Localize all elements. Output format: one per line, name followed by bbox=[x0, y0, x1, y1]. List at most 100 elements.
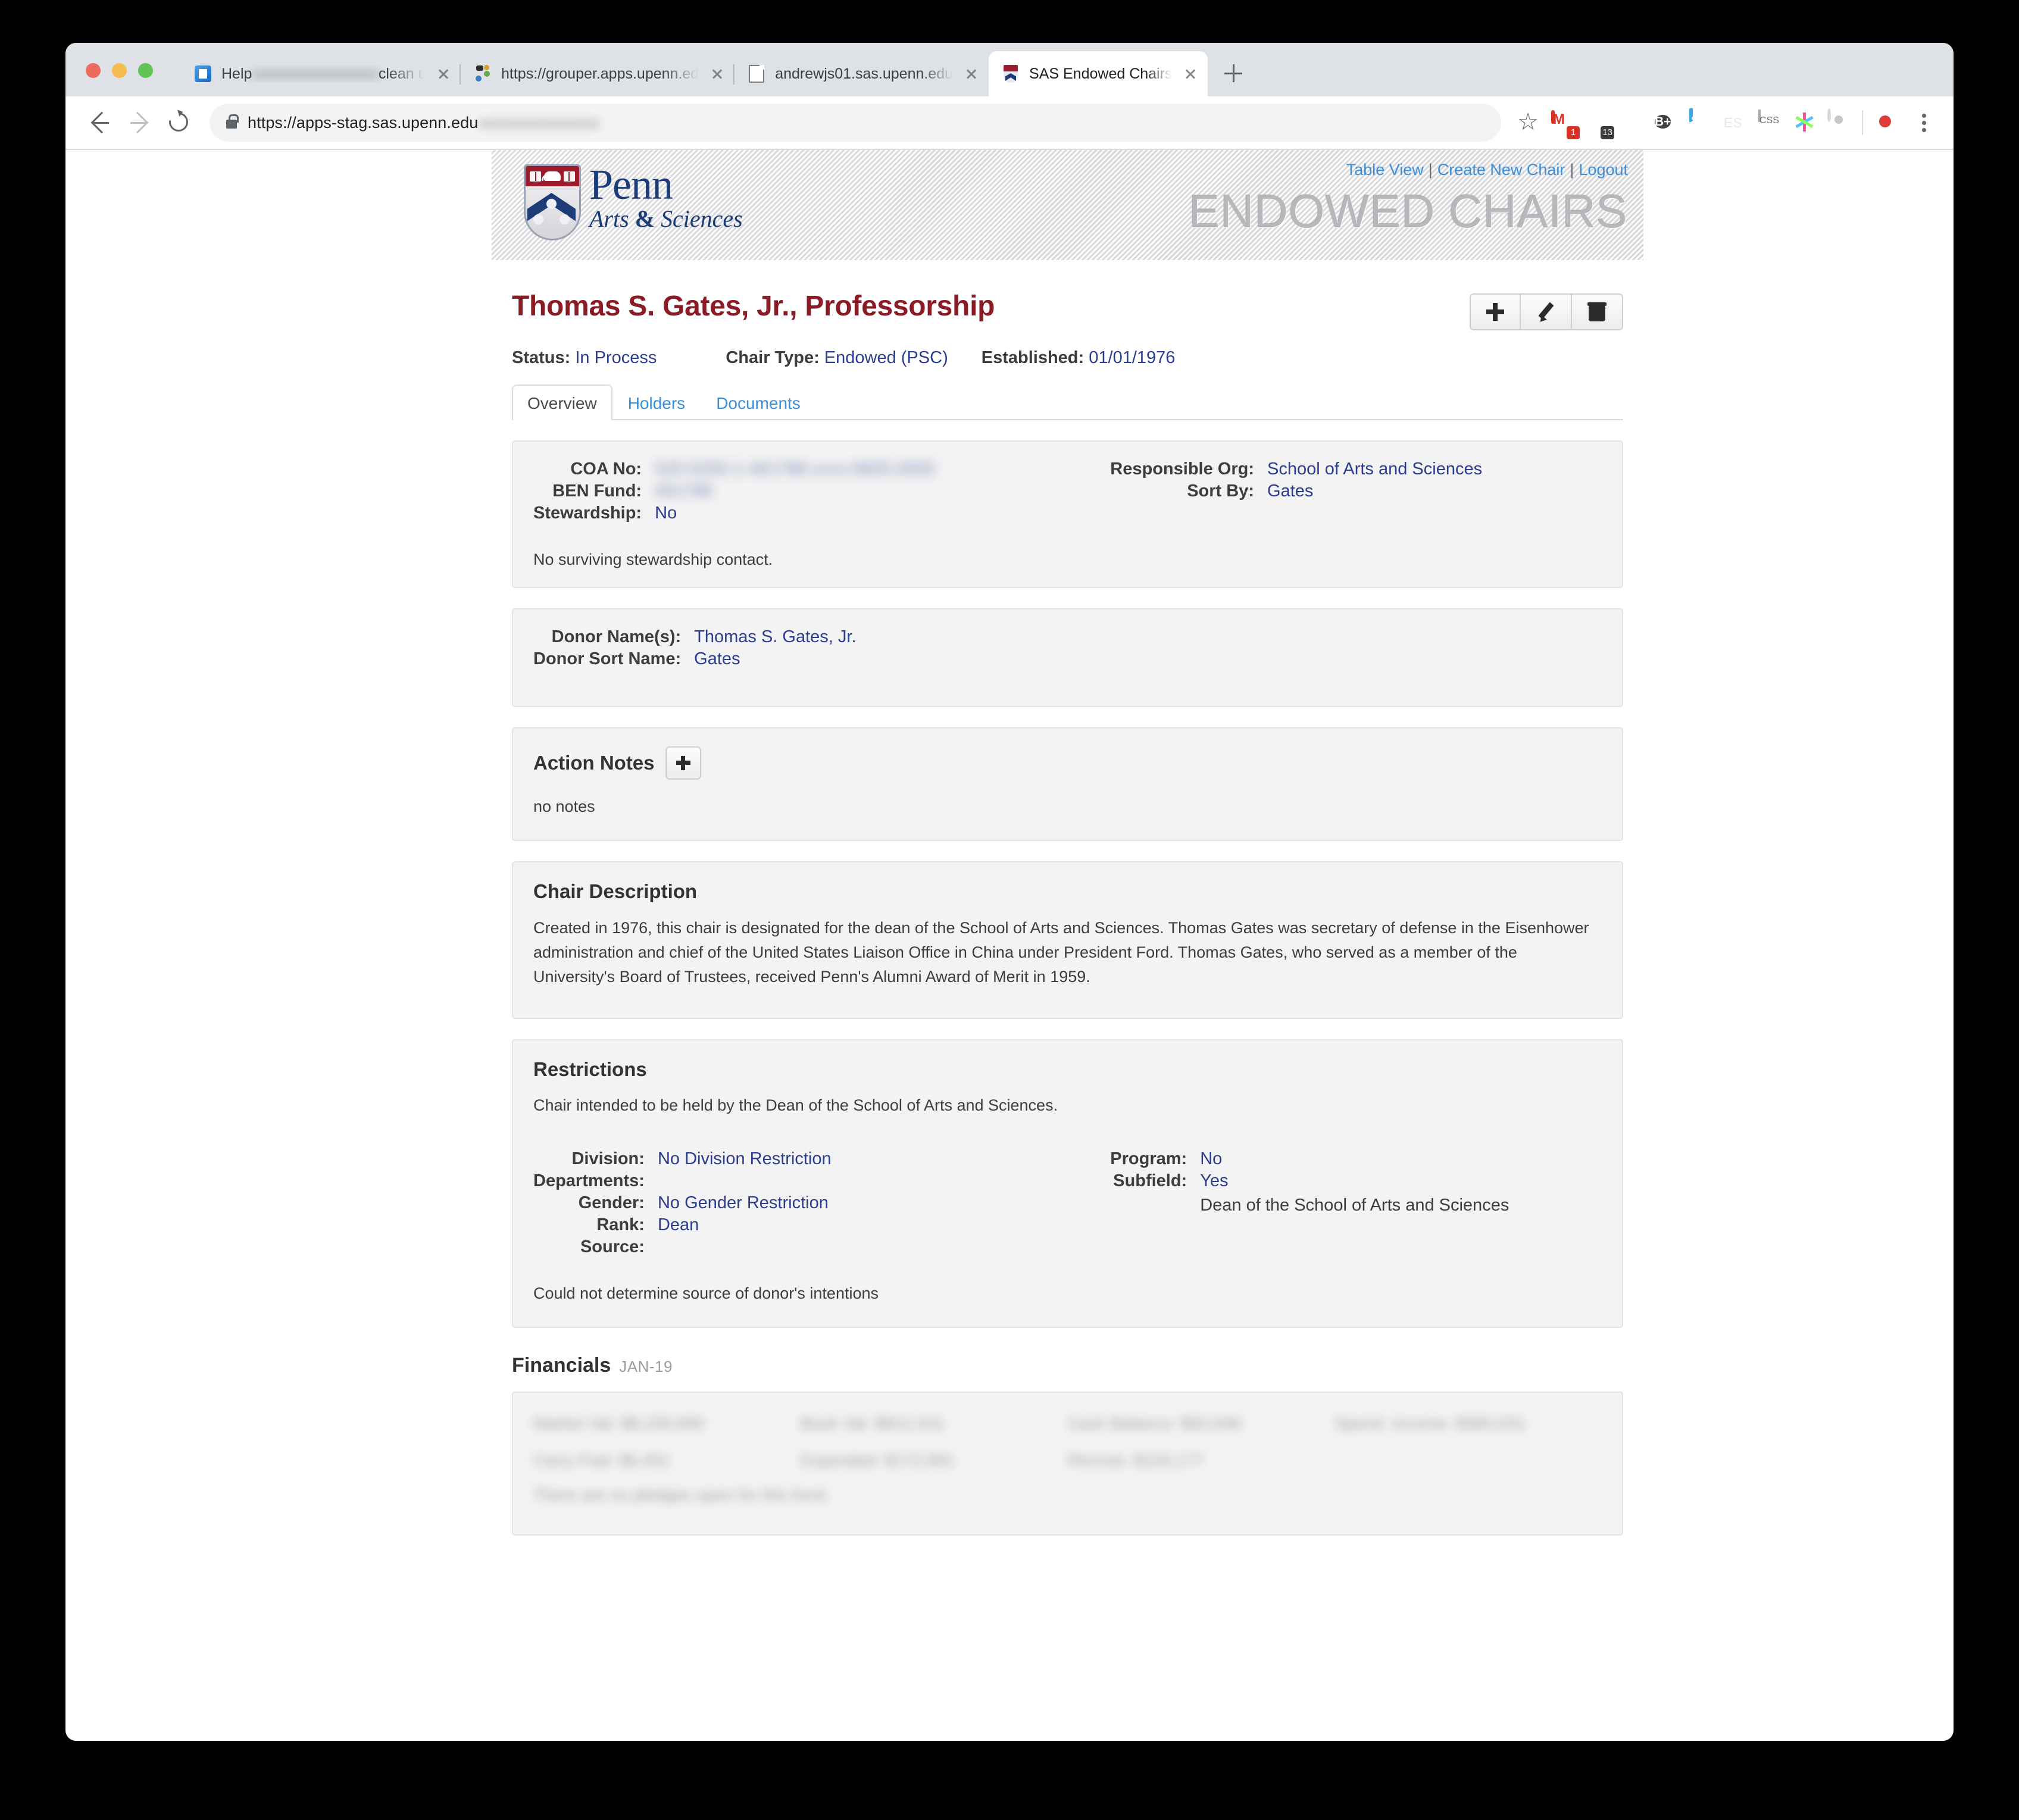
penn-arts-sciences-logo: Penn Arts & Sciences bbox=[524, 161, 743, 240]
restrictions-right-column: Program: No Subfield: Yes Dean of the Sc… bbox=[1110, 1149, 1602, 1257]
program-value: No bbox=[1200, 1149, 1223, 1169]
page-viewport: Penn Arts & Sciences Table View | Create N… bbox=[65, 150, 1954, 1741]
page-content: Thomas S. Gates, Jr., Professorship Stat… bbox=[492, 260, 1643, 1536]
browser-menu-icon[interactable] bbox=[1912, 108, 1936, 137]
action-notes-panel: Action Notes no notes bbox=[512, 727, 1623, 841]
chair-description-body: Created in 1976, this chair is designate… bbox=[533, 919, 1589, 986]
page-title: Thomas S. Gates, Jr., Professorship bbox=[512, 290, 995, 322]
donor-sort-name-value: Gates bbox=[694, 649, 740, 668]
window-controls[interactable] bbox=[86, 63, 153, 78]
extensions-area: 1 13 B+ bbox=[1551, 108, 1936, 139]
financial-cell: Market Val: $8,230,000 bbox=[533, 1414, 705, 1433]
established-label: Established: bbox=[981, 348, 1084, 367]
close-window-button[interactable] bbox=[86, 63, 101, 78]
close-icon[interactable] bbox=[961, 64, 982, 84]
mail-extension-icon[interactable]: 13 bbox=[1586, 108, 1614, 139]
close-icon[interactable] bbox=[1180, 64, 1201, 84]
star-extension-icon[interactable] bbox=[1793, 108, 1819, 137]
pencil-icon bbox=[1536, 302, 1555, 321]
forward-button[interactable] bbox=[121, 105, 157, 140]
badge-count: 13 bbox=[1601, 126, 1614, 139]
ben-fund-value: 461788 bbox=[655, 481, 712, 501]
bookmark-star-icon[interactable]: ☆ bbox=[1514, 109, 1542, 136]
responsible-org-value: School of Arts and Sciences bbox=[1267, 459, 1483, 479]
gmail-extension-icon[interactable]: 1 bbox=[1551, 108, 1580, 139]
financial-cell: Rtrcrsts: $103,177 bbox=[1067, 1451, 1204, 1470]
established-value: 01/01/1976 bbox=[1089, 348, 1176, 367]
table-view-link[interactable]: Table View bbox=[1346, 161, 1424, 179]
tab-documents[interactable]: Documents bbox=[701, 384, 816, 420]
add-button[interactable] bbox=[1470, 293, 1521, 330]
rank-value: Dean bbox=[657, 1215, 699, 1235]
stewardship-label: Stewardship: bbox=[533, 504, 642, 523]
maximize-window-button[interactable] bbox=[138, 63, 153, 78]
separator: | bbox=[1570, 161, 1574, 179]
status-label: Status: bbox=[512, 348, 571, 367]
sort-by-value: Gates bbox=[1267, 481, 1314, 501]
screen: Helpxxxxxxxxxxxxxxxxxclean u https://gro… bbox=[0, 0, 2019, 1820]
ring-extension-icon[interactable] bbox=[1827, 108, 1854, 137]
financials-heading: Financials bbox=[512, 1354, 611, 1377]
bplus-extension-icon[interactable]: B+ bbox=[1655, 108, 1681, 137]
address-bar[interactable]: https://apps-stag.sas.upenn.eduxxxxxxxxx… bbox=[210, 104, 1501, 142]
rank-label: Rank: bbox=[596, 1215, 645, 1235]
chair-description-panel: Chair Description Created in 1976, this … bbox=[512, 861, 1623, 1020]
tab-title: Helpxxxxxxxxxxxxxxxxxclean u bbox=[221, 65, 425, 82]
financial-cell: Cash Balance: $92,046 bbox=[1067, 1414, 1241, 1433]
redacted-text: xxxxxxxxxxxxxxx bbox=[478, 113, 600, 132]
shield-extension-icon[interactable] bbox=[1620, 108, 1646, 137]
tab-title: SAS Endowed Chairs bbox=[1029, 65, 1173, 82]
six-extension-icon[interactable] bbox=[1689, 108, 1715, 137]
lock-icon bbox=[226, 114, 239, 129]
new-tab-button[interactable] bbox=[1215, 55, 1252, 92]
close-icon[interactable] bbox=[433, 64, 454, 84]
financial-cell bbox=[1334, 1451, 1602, 1470]
create-new-chair-link[interactable]: Create New Chair bbox=[1437, 161, 1565, 179]
sort-by-label: Sort By: bbox=[1187, 481, 1254, 501]
responsible-org-label: Responsible Org: bbox=[1110, 459, 1254, 479]
overview-right-column: Responsible Org: School of Arts and Scie… bbox=[1110, 459, 1602, 523]
redacted-text: xxxxxxxxxxxxxxxxx bbox=[252, 65, 379, 82]
url-text: https://apps-stag.sas.upenn.eduxxxxxxxxx… bbox=[248, 113, 600, 132]
donor-names-value: Thomas S. Gates, Jr. bbox=[694, 627, 857, 646]
css-extension-icon[interactable] bbox=[1758, 108, 1784, 137]
source-label: Source: bbox=[580, 1237, 645, 1257]
browser-tab-4-active[interactable]: SAS Endowed Chairs bbox=[989, 51, 1208, 96]
close-icon[interactable] bbox=[707, 64, 727, 84]
grouper-icon bbox=[474, 65, 492, 83]
tab-overview[interactable]: Overview bbox=[512, 384, 612, 420]
reload-button[interactable] bbox=[161, 105, 196, 140]
avatar[interactable] bbox=[1871, 108, 1898, 137]
tab-holders[interactable]: Holders bbox=[612, 384, 701, 420]
overview-left-column: COA No: 520-5200-1-461788-xxxx-6605-0000… bbox=[533, 459, 1110, 523]
back-button[interactable] bbox=[82, 105, 118, 140]
browser-tab-3[interactable]: andrewjs01.sas.upenn.edu bbox=[735, 51, 989, 96]
restrictions-footnote: Could not determine source of donor's in… bbox=[533, 1284, 879, 1303]
edit-button[interactable] bbox=[1521, 293, 1572, 330]
add-action-note-button[interactable] bbox=[665, 746, 701, 780]
donor-fields: Donor Name(s): Thomas S. Gates, Jr. Dono… bbox=[533, 627, 1110, 669]
record-action-buttons bbox=[1470, 293, 1623, 330]
subfield-label: Subfield: bbox=[1113, 1171, 1187, 1191]
penn-shield-icon bbox=[524, 164, 581, 240]
restrictions-summary: Chair intended to be held by the Dean of… bbox=[533, 1096, 1058, 1115]
trash-icon bbox=[1587, 302, 1607, 321]
toolbar-divider bbox=[1862, 110, 1863, 135]
content-tabs: Overview Holders Documents bbox=[512, 383, 1623, 420]
es-extension-icon[interactable] bbox=[1724, 108, 1750, 137]
restrictions-panel: Restrictions Chair intended to be held b… bbox=[512, 1039, 1623, 1328]
logo-penn-text: Penn bbox=[589, 161, 673, 208]
delete-button[interactable] bbox=[1572, 293, 1623, 330]
departments-value bbox=[658, 1171, 1110, 1191]
financials-header: Financials JAN-19 bbox=[512, 1354, 1623, 1377]
blue-doc-icon bbox=[194, 65, 212, 83]
chair-type-field: Chair Type: Endowed (PSC) bbox=[726, 348, 948, 368]
penn-shield-icon bbox=[1002, 65, 1020, 83]
browser-tab-strip: Helpxxxxxxxxxxxxxxxxxclean u https://gro… bbox=[65, 43, 1954, 96]
banner-nav-links: Table View | Create New Chair | Logout bbox=[1346, 161, 1628, 179]
minimize-window-button[interactable] bbox=[112, 63, 127, 78]
browser-tab-2[interactable]: https://grouper.apps.upenn.ed bbox=[461, 51, 735, 96]
logout-link[interactable]: Logout bbox=[1579, 161, 1628, 179]
financial-cell: Expended: $172,991 bbox=[800, 1451, 955, 1470]
browser-tab-1[interactable]: Helpxxxxxxxxxxxxxxxxxclean u bbox=[181, 51, 461, 96]
